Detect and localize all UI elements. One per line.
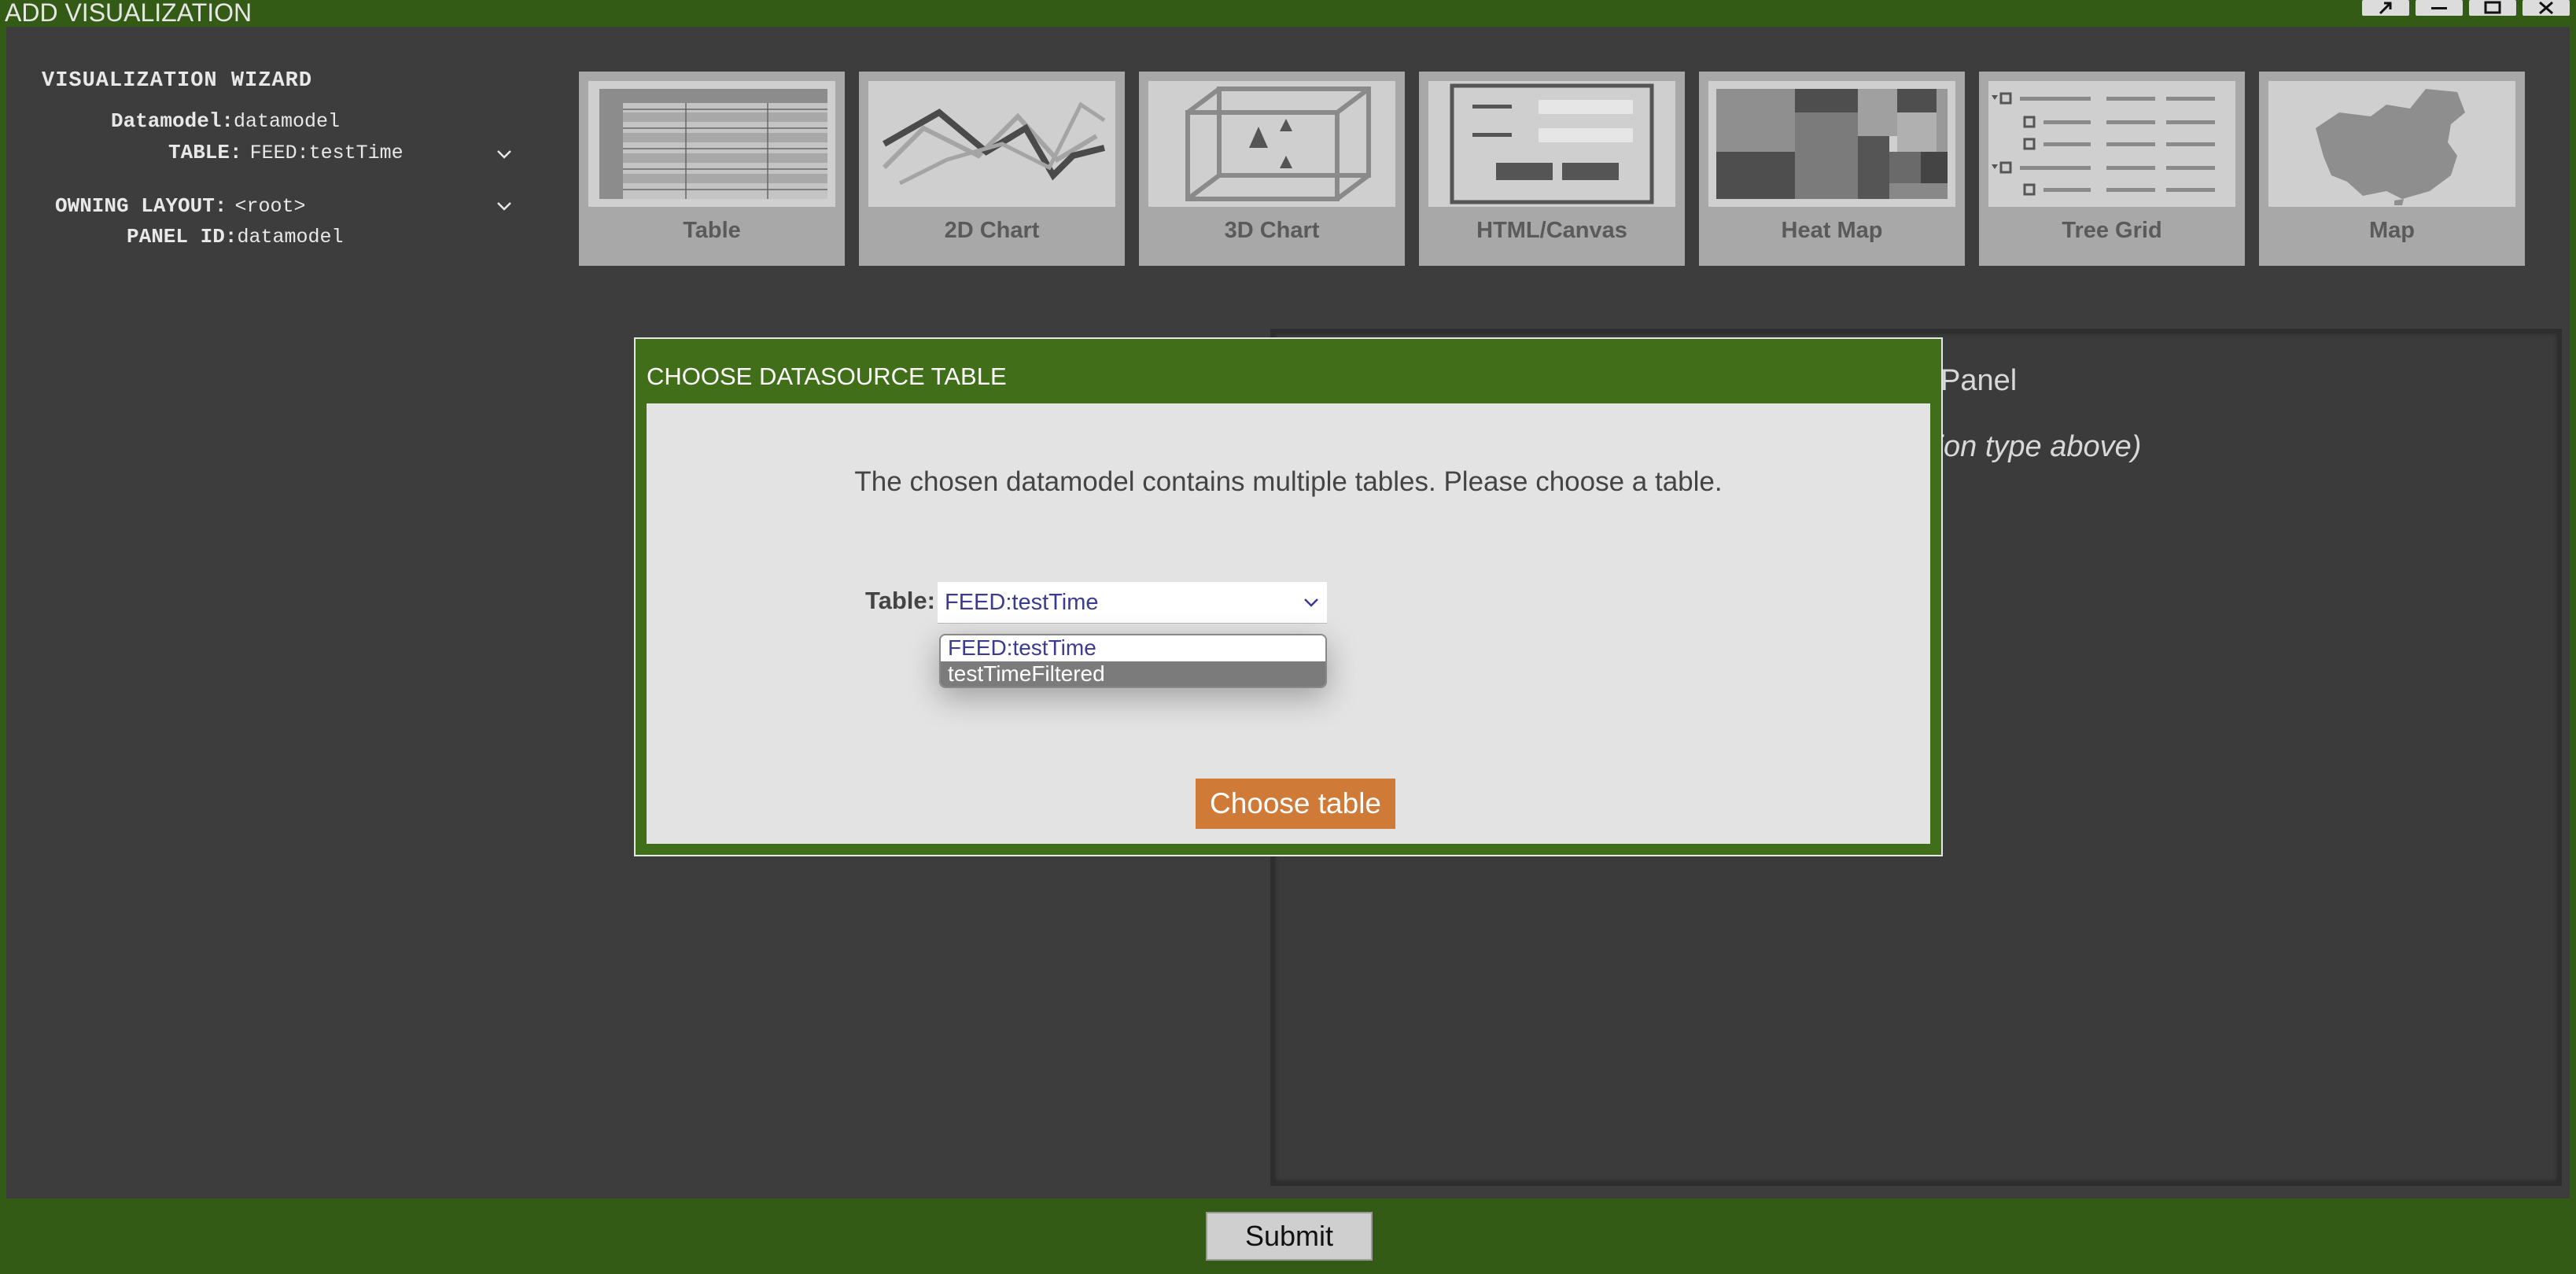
dropdown-option-highlighted[interactable]: testTimeFiltered — [941, 661, 1325, 687]
viz-type-html-canvas[interactable]: HTML/Canvas — [1419, 72, 1685, 266]
owning-layout-chevron-down-icon[interactable] — [495, 197, 514, 215]
preview-hint: tion type above) — [1929, 430, 2142, 463]
viz-type-label: Table — [683, 218, 741, 243]
table-dropdown-list: FEED:testTime testTimeFiltered — [939, 634, 1327, 688]
choose-table-button[interactable]: Choose table — [1196, 779, 1395, 829]
table-icon — [588, 81, 835, 207]
submit-button[interactable]: Submit — [1206, 1212, 1373, 1261]
viz-type-tree-grid[interactable]: Tree Grid — [1979, 72, 2245, 266]
footer-bar: Submit — [0, 1199, 2576, 1274]
close-icon[interactable] — [2523, 0, 2570, 16]
window-title-bar: ADD VISUALIZATION — [0, 0, 2576, 27]
table-label: TABLE: — [168, 141, 242, 164]
viz-type-label: Heat Map — [1781, 218, 1883, 243]
minimize-icon[interactable] — [2416, 0, 2463, 16]
table-select-label: Table: — [865, 587, 935, 614]
viz-type-2d-chart[interactable]: 2D Chart — [859, 72, 1125, 266]
frame-border-right — [2570, 27, 2576, 1199]
viz-type-label: HTML/Canvas — [1476, 218, 1627, 243]
dropdown-option[interactable]: FEED:testTime — [941, 635, 1325, 661]
heat-map-icon — [1708, 81, 1955, 207]
map-icon — [2268, 81, 2515, 207]
frame-border-left — [0, 27, 6, 1199]
dialog-title: CHOOSE DATASOURCE TABLE — [647, 363, 1007, 390]
table-row[interactable]: TABLE: FEED:testTime — [168, 138, 404, 167]
chevron-down-icon[interactable] — [1302, 593, 1321, 612]
owning-layout-row[interactable]: OWNING LAYOUT: <root> — [55, 192, 305, 220]
table-select-value: FEED:testTime — [945, 590, 1099, 615]
panel-id-label: PANEL ID: — [127, 225, 238, 249]
viz-type-heat-map[interactable]: Heat Map — [1699, 72, 1965, 266]
choose-datasource-dialog: CHOOSE DATASOURCE TABLE The chosen datam… — [634, 337, 1943, 856]
tree-grid-icon — [1988, 81, 2235, 207]
owning-layout-value[interactable]: <root> — [234, 195, 305, 218]
owning-layout-label: OWNING LAYOUT: — [55, 194, 227, 218]
dialog-body: The chosen datamodel contains multiple t… — [647, 403, 1930, 844]
viz-type-label: Tree Grid — [2062, 218, 2162, 243]
viz-type-3d-chart[interactable]: 3D Chart — [1139, 72, 1405, 266]
cube-chart-icon — [1148, 81, 1395, 207]
table-select[interactable]: FEED:testTime — [938, 582, 1327, 624]
html-canvas-icon — [1428, 81, 1675, 207]
table-value[interactable]: FEED:testTime — [250, 142, 404, 164]
datamodel-row: Datamodel: datamodel — [111, 107, 340, 135]
wizard-heading: VISUALIZATION WIZARD — [42, 69, 313, 93]
dialog-message: The chosen datamodel contains multiple t… — [854, 466, 1723, 497]
viz-type-label: 2D Chart — [944, 218, 1040, 243]
line-chart-icon — [868, 81, 1115, 207]
table-chevron-down-icon[interactable] — [495, 145, 514, 164]
viz-type-map[interactable]: Map — [2259, 72, 2525, 266]
viz-type-label: 3D Chart — [1224, 218, 1320, 243]
datamodel-label: Datamodel: — [111, 109, 234, 133]
datamodel-value: datamodel — [234, 109, 341, 133]
viz-type-label: Map — [2369, 218, 2415, 243]
pin-icon[interactable] — [2362, 0, 2409, 16]
panel-id-row: PANEL ID: datamodel — [127, 223, 343, 251]
preview-title: Panel — [1940, 364, 2018, 397]
maximize-icon[interactable] — [2469, 0, 2516, 16]
viz-type-table[interactable]: Table — [579, 72, 845, 266]
window-title: ADD VISUALIZATION — [5, 0, 252, 27]
panel-id-value: datamodel — [237, 225, 344, 249]
